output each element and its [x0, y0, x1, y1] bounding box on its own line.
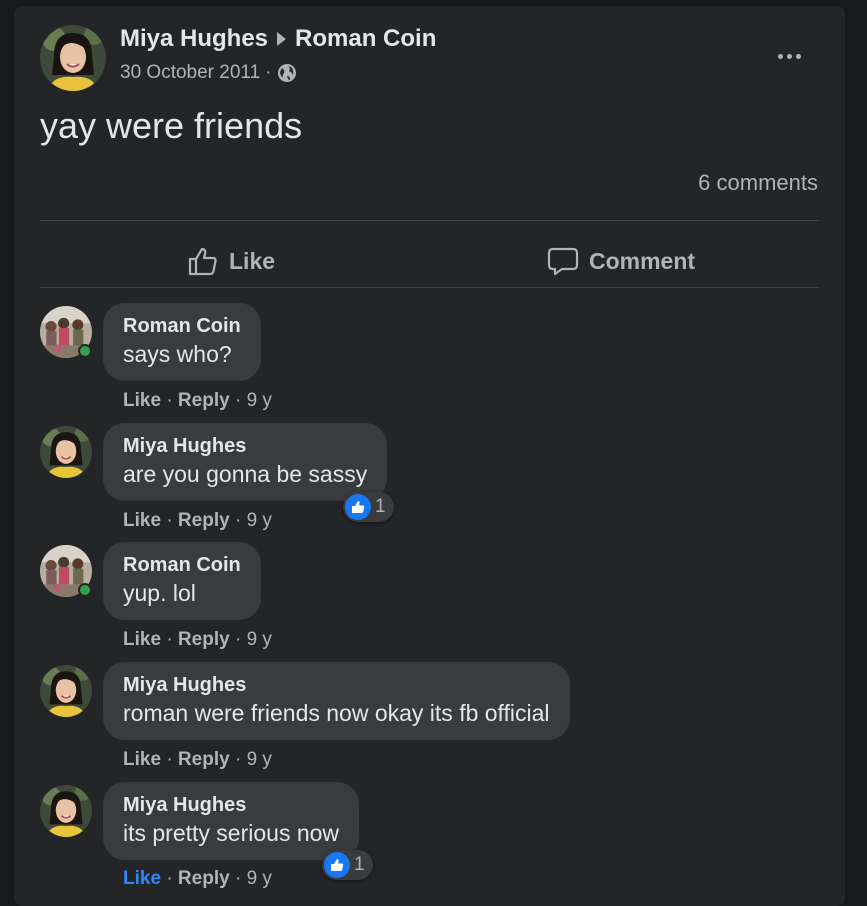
like-reaction-icon	[345, 494, 371, 520]
post-text: yay were friends	[40, 105, 303, 146]
commenter-name[interactable]: Roman Coin	[123, 552, 241, 578]
online-status-dot	[78, 344, 92, 358]
comment-actions: Like · Reply · 9 y	[123, 868, 272, 890]
comment-actions: Like · Reply · 9 y	[123, 510, 272, 532]
comment-like-link[interactable]: Like	[123, 390, 161, 411]
meta-separator: ·	[166, 629, 173, 650]
comment-reply-link[interactable]: Reply	[178, 390, 230, 411]
comments-count[interactable]: 6 comments	[698, 170, 818, 196]
comment-button-label: Comment	[589, 247, 696, 274]
meta-separator: ·	[234, 510, 242, 531]
commenter-avatar[interactable]	[40, 785, 92, 837]
comment-reply-link[interactable]: Reply	[178, 629, 230, 650]
comment-actions: Like · Reply · 9 y	[123, 749, 272, 771]
comment-bubble: Roman Coin yup. lol	[103, 542, 261, 620]
commenter-name[interactable]: Miya Hughes	[123, 433, 367, 459]
comment-time[interactable]: 9 y	[247, 510, 272, 531]
meta-separator: ·	[234, 749, 242, 770]
meta-separator: ·	[166, 390, 173, 411]
comment-bubble: Miya Hughes its pretty serious now	[103, 782, 360, 860]
reaction-count[interactable]: 1	[322, 850, 373, 880]
commenter-name[interactable]: Miya Hughes	[123, 792, 339, 818]
comment-bubble: Miya Hughes roman were friends now okay …	[103, 662, 570, 740]
comment-like-link[interactable]: Like	[123, 868, 161, 889]
comment-bubble: Miya Hughes are you gonna be sassy	[103, 423, 388, 501]
meta-separator: ·	[234, 868, 242, 889]
thumbs-up-icon	[188, 247, 217, 276]
comment-like-link[interactable]: Like	[123, 629, 161, 650]
comment-text: are you gonna be sassy	[123, 461, 368, 487]
like-reaction-icon	[324, 852, 350, 878]
commenter-name[interactable]: Roman Coin	[123, 313, 241, 339]
comment-like-link[interactable]: Like	[123, 510, 161, 531]
comment-reply-link[interactable]: Reply	[178, 868, 230, 889]
post-author-name[interactable]: Miya Hughes	[120, 25, 268, 53]
post-card: Miya Hughes Roman Coin 30 October 2011 ·…	[14, 6, 845, 906]
more-options-icon[interactable]	[772, 44, 806, 68]
comment-reply-link[interactable]: Reply	[178, 510, 230, 531]
like-button-label: Like	[229, 247, 276, 274]
comment-text: yup. lol	[123, 580, 196, 606]
comment-text: says who?	[123, 341, 232, 367]
online-status-dot	[78, 583, 92, 597]
globe-icon[interactable]	[277, 63, 297, 83]
meta-separator: ·	[265, 62, 272, 83]
post-author-avatar[interactable]	[40, 25, 106, 91]
meta-separator: ·	[234, 629, 242, 650]
comment-time[interactable]: 9 y	[247, 749, 272, 770]
commenter-name[interactable]: Miya Hughes	[123, 672, 550, 698]
comment-reply-link[interactable]: Reply	[178, 749, 230, 770]
meta-separator: ·	[234, 390, 242, 411]
post-date[interactable]: 30 October 2011	[120, 62, 260, 84]
reaction-count-value: 1	[375, 496, 386, 517]
comment-actions: Like · Reply · 9 y	[123, 629, 272, 651]
comment-time[interactable]: 9 y	[247, 868, 272, 889]
reaction-count[interactable]: 1	[343, 492, 394, 522]
comment-time[interactable]: 9 y	[247, 629, 272, 650]
comment-actions: Like · Reply · 9 y	[123, 390, 272, 412]
meta-separator: ·	[166, 749, 173, 770]
arrow-right-icon	[277, 32, 287, 46]
comment-bubble: Roman Coin says who?	[103, 303, 261, 381]
post-target-name[interactable]: Roman Coin	[295, 25, 436, 53]
like-button[interactable]: Like	[187, 239, 275, 283]
comment-text: its pretty serious now	[123, 820, 340, 846]
post-meta: 30 October 2011 ·	[120, 62, 297, 84]
comment-time[interactable]: 9 y	[247, 390, 272, 411]
commenter-avatar[interactable]	[40, 665, 92, 717]
meta-separator: ·	[166, 510, 173, 531]
post-header-names: Miya Hughes Roman Coin	[120, 25, 436, 53]
comment-text: roman were friends now okay its fb offic…	[123, 700, 550, 726]
comment-like-link[interactable]: Like	[123, 749, 161, 770]
comment-button[interactable]: Comment	[547, 239, 695, 283]
meta-separator: ·	[166, 868, 173, 889]
commenter-avatar[interactable]	[40, 426, 92, 478]
divider	[40, 220, 819, 221]
divider	[40, 287, 819, 288]
reaction-count-value: 1	[354, 854, 365, 875]
comment-icon	[547, 247, 579, 276]
